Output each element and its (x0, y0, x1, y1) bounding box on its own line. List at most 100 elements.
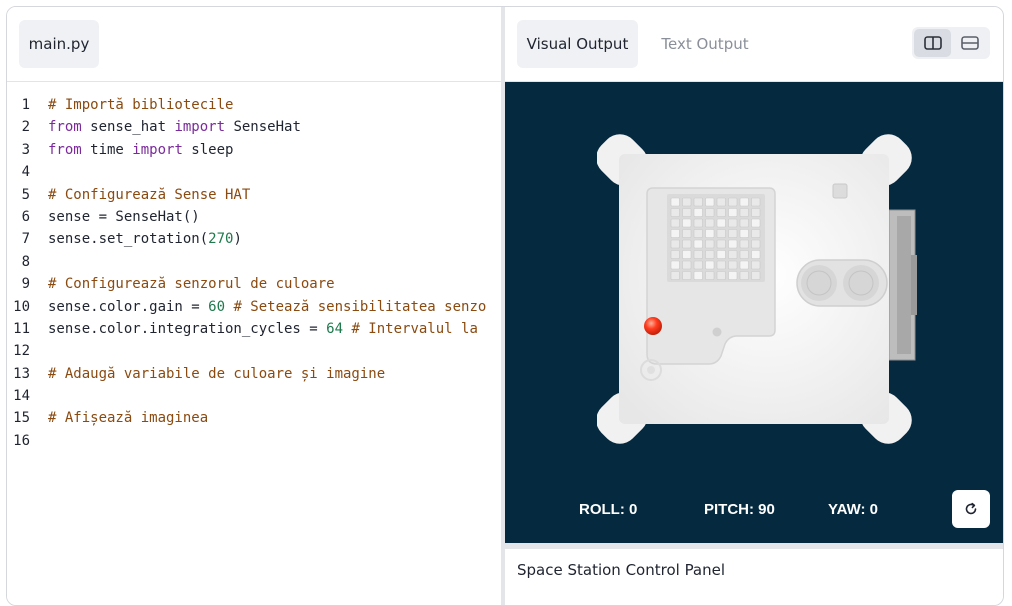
code-token: sense.color.integration_cycles = (48, 320, 327, 337)
code-token: SenseHat (225, 119, 301, 136)
code-line[interactable]: 11 sense.color.integration_cycles = 64 # … (7, 318, 501, 340)
led-pixel (751, 271, 761, 280)
code-line[interactable]: 4 (7, 161, 501, 183)
line-number: 11 (13, 320, 30, 337)
tab-text-output[interactable]: Text Output (651, 20, 759, 68)
code-line[interactable]: 13 # Adaugă variabile de culoare și imagi… (7, 363, 501, 385)
output-tab-bar: Visual Output Text Output (505, 7, 1003, 82)
led-pixel (716, 229, 726, 238)
code-line[interactable]: 15 # Afișează imaginea (7, 407, 501, 429)
code-line[interactable]: 12 (7, 340, 501, 362)
led-pixel (739, 239, 749, 249)
code-token: # Intervalul la (343, 320, 478, 337)
code-line[interactable]: 16 (7, 430, 501, 452)
line-number: 16 (13, 432, 30, 449)
line-number: 10 (13, 298, 30, 315)
led-pixel (739, 218, 749, 228)
line-number: 7 (21, 231, 30, 248)
code-line[interactable]: 2 from sense_hat import SenseHat (7, 116, 501, 138)
led-pixel (693, 271, 703, 280)
line-number: 1 (21, 97, 30, 113)
rows-layout-icon (960, 36, 979, 50)
led-pixel (705, 239, 715, 249)
code-line[interactable]: 3 from time import sleep (7, 139, 501, 161)
code-token: import (174, 119, 226, 136)
led-pixel (670, 208, 680, 217)
line-number: 2 (21, 119, 30, 136)
line-number: 6 (21, 208, 30, 225)
code-line[interactable]: 6 sense = SenseHat() (7, 206, 501, 228)
code-text: sense.set_rotation(270) (48, 228, 242, 250)
tab-visual-output[interactable]: Visual Output (517, 20, 638, 68)
code-line[interactable]: 10 sense.color.gain = 60 # Setează sensib… (7, 296, 501, 318)
led-pixel (705, 208, 715, 217)
code-line[interactable]: 7 sense.set_rotation(270) (7, 228, 501, 250)
led-pixel (682, 229, 692, 238)
code-token: 60 (208, 298, 226, 315)
code-token: # Adaugă variabile de culoare și imagine (48, 365, 386, 382)
columns-layout-button[interactable] (914, 29, 951, 57)
led-pixel (728, 218, 738, 228)
led-pixel (728, 239, 738, 249)
code-token: sense.color.gain = (48, 298, 209, 315)
code-token: sense_hat (81, 119, 175, 136)
code-token: # Importă bibliotecile (48, 97, 234, 113)
led-pixel (705, 218, 715, 228)
led-pixel (728, 250, 738, 259)
file-tab-main-py[interactable]: main.py (19, 20, 99, 68)
code-text: sense.color.integration_cycles = 64 # In… (48, 318, 478, 340)
led-pixel (751, 260, 761, 270)
code-line[interactable]: 5 # Configurează Sense HAT (7, 184, 501, 206)
led-pixel (670, 218, 680, 228)
pitch-readout: PITCH: 90 (704, 501, 775, 518)
roll-readout: ROLL: 0 (579, 501, 638, 518)
layout-toggle (912, 27, 990, 59)
led-pixel (728, 208, 738, 217)
led-pixel (670, 260, 680, 270)
code-area[interactable]: 1 # Importă bibliotecile 2 from sense_hat i… (7, 94, 501, 605)
led-pixel (670, 271, 680, 280)
code-token: # Configurează senzorul de culoare (48, 276, 335, 293)
sense-hat-board[interactable] (597, 130, 917, 450)
led-pixel (670, 250, 680, 259)
led-pixel (716, 218, 726, 228)
panel-separator (505, 543, 1003, 549)
line-number: 13 (13, 365, 30, 382)
led-pixel (751, 239, 761, 249)
led-pixel (739, 271, 749, 280)
led-pixel (693, 239, 703, 249)
led-pixel (739, 208, 749, 217)
columns-layout-icon (923, 36, 942, 50)
refresh-icon (965, 502, 977, 515)
led-pixel (751, 250, 761, 259)
code-text: from time import sleep (48, 139, 233, 161)
code-line[interactable]: 1 # Importă bibliotecile (7, 94, 501, 116)
line-number: 3 (21, 141, 30, 158)
led-pixel (705, 271, 715, 280)
line-number: 4 (21, 164, 30, 181)
led-pixel (728, 260, 738, 270)
code-token: sense.set_rotation( (48, 231, 209, 248)
code-line[interactable]: 8 (7, 251, 501, 273)
led-pixel (739, 197, 749, 207)
code-token: 270 (208, 231, 234, 248)
code-line[interactable]: 14 (7, 385, 501, 407)
code-text: from sense_hat import SenseHat (48, 116, 301, 138)
line-number: 5 (21, 186, 30, 203)
led-pixel (693, 250, 703, 259)
led-pixel (670, 229, 680, 238)
output-pane: Visual Output Text Output ROLL: 0 PITCH:… (505, 7, 1003, 605)
color-sensor-led (644, 317, 662, 335)
led-pixel (670, 197, 680, 207)
led-pixel (739, 250, 749, 259)
code-line[interactable]: 9 # Configurează senzorul de culoare (7, 273, 501, 295)
led-pixel (705, 260, 715, 270)
led-pixel (682, 239, 692, 249)
led-pixel (728, 271, 738, 280)
code-token: # Configurează Sense HAT (48, 186, 251, 203)
led-pixel (693, 208, 703, 217)
code-text: # Adaugă variabile de culoare și imagine (48, 363, 385, 385)
code-text: # Importă bibliotecile (48, 94, 233, 116)
reset-orientation-button[interactable] (952, 490, 990, 528)
rows-layout-button[interactable] (951, 29, 988, 57)
